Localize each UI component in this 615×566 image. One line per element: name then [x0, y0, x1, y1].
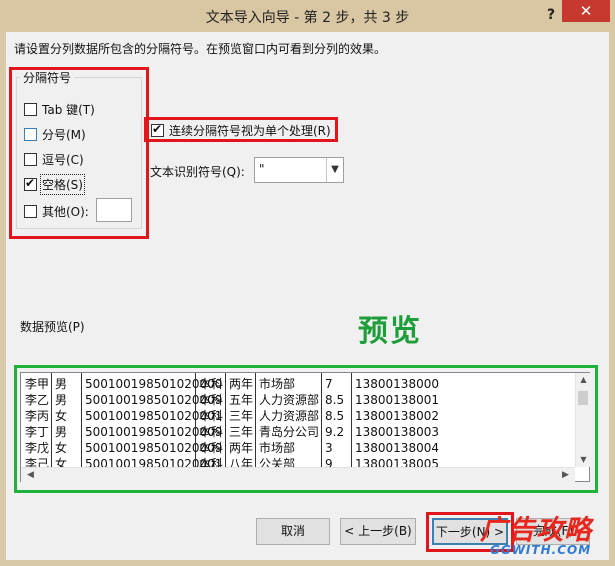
other-checkbox-row[interactable]: 其他(O): [24, 203, 89, 220]
semicolon-checkbox[interactable] [24, 128, 37, 141]
instruction-text: 请设置分列数据所包含的分隔符号。在预览窗口内可看到分列的效果。 [14, 42, 387, 56]
consecutive-checkbox[interactable] [151, 122, 164, 137]
other-checkbox[interactable] [24, 205, 37, 218]
other-delimiter-input[interactable] [96, 198, 132, 222]
tab-checkbox-label: Tab 键(T) [42, 103, 95, 117]
text-qualifier-select[interactable]: " ▼ [254, 157, 344, 183]
preview-annotation: 预览 [358, 314, 422, 349]
comma-checkbox[interactable] [24, 153, 37, 166]
tab-checkbox[interactable] [24, 103, 37, 116]
consecutive-checkbox-label: 连续分隔符号视为单个处理(R) [169, 124, 331, 138]
chevron-down-icon[interactable]: ▼ [326, 158, 343, 182]
other-checkbox-label: 其他(O): [42, 205, 89, 219]
tab-checkbox-row[interactable]: Tab 键(T) [24, 101, 95, 118]
space-checkbox-label: 空格(S) [40, 174, 85, 195]
watermark-logo: 广告攻略 [480, 515, 592, 546]
watermark-url: GGWITH.COM [490, 543, 592, 557]
comma-checkbox-row[interactable]: 逗号(C) [24, 151, 84, 168]
text-qualifier-value: " [259, 162, 265, 176]
text-qualifier-label: 文本识别符号(Q): [150, 165, 245, 179]
space-checkbox[interactable] [24, 176, 37, 191]
title-bar: 文本导入向导 - 第 2 步，共 3 步 ? ✕ [0, 0, 615, 32]
semicolon-checkbox-row[interactable]: 分号(M) [24, 126, 86, 143]
highlight-frame-preview [14, 365, 598, 493]
preview-label: 数据预览(P) [20, 320, 85, 334]
window-title: 文本导入向导 - 第 2 步，共 3 步 [205, 10, 410, 26]
space-checkbox-row[interactable]: 空格(S) [24, 174, 85, 195]
comma-checkbox-label: 逗号(C) [42, 153, 84, 167]
cancel-button[interactable]: 取消 [256, 518, 330, 545]
help-button[interactable]: ? [540, 4, 562, 26]
semicolon-checkbox-label: 分号(M) [42, 128, 86, 142]
close-button[interactable]: ✕ [562, 0, 610, 22]
back-button[interactable]: < 上一步(B) [340, 518, 416, 545]
consecutive-checkbox-row[interactable]: 连续分隔符号视为单个处理(R) [151, 122, 331, 139]
